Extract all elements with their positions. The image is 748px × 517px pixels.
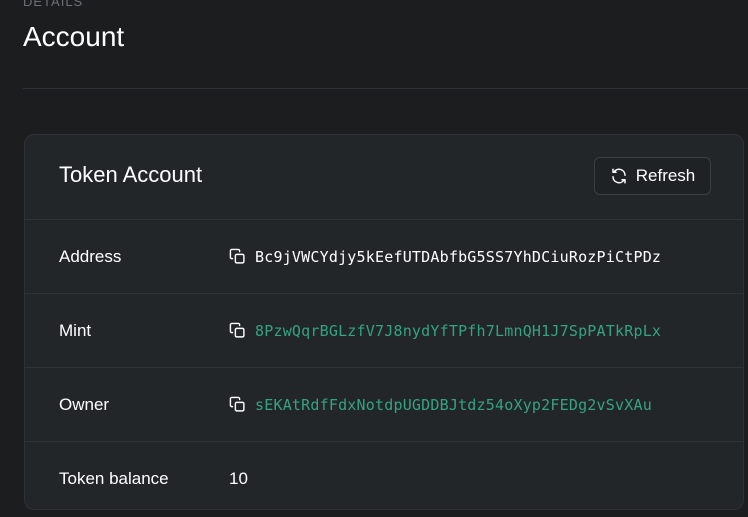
refresh-button-label: Refresh bbox=[635, 166, 696, 185]
mint-value-wrap: 8PzwQqrBGLzfV7J8nydYfTPfh7LmnQH1J7SpPATk… bbox=[229, 322, 661, 340]
page-pretitle: DETAILS bbox=[23, 0, 84, 9]
address-value-wrap: Bc9jVWCYdjy5kEefUTDAbfbG5SS7YhDCiuRozPiC… bbox=[229, 248, 661, 266]
account-page: DETAILS Account Token Account Refresh Ad… bbox=[0, 0, 748, 517]
token-balance-label: Token balance bbox=[59, 468, 169, 488]
token-account-card: Token Account Refresh Address Bc9jVWCYdj… bbox=[24, 134, 744, 510]
owner-value-wrap: sEKAtRdfFdxNotdpUGDDBJtdz54oXyp2FEDg2vSv… bbox=[229, 396, 652, 414]
copy-icon[interactable] bbox=[229, 248, 246, 265]
header-divider bbox=[23, 88, 748, 89]
owner-label: Owner bbox=[59, 394, 110, 414]
mint-link[interactable]: 8PzwQqrBGLzfV7J8nydYfTPfh7LmnQH1J7SpPATk… bbox=[255, 322, 661, 340]
mint-label: Mint bbox=[59, 320, 92, 340]
refresh-icon bbox=[610, 167, 628, 185]
refresh-button[interactable]: Refresh bbox=[594, 157, 711, 195]
card-header: Token Account Refresh bbox=[25, 135, 743, 220]
row-address: Address Bc9jVWCYdjy5kEefUTDAbfbG5SS7YhDC… bbox=[25, 220, 743, 294]
copy-icon[interactable] bbox=[229, 396, 246, 413]
owner-link[interactable]: sEKAtRdfFdxNotdpUGDDBJtdz54oXyp2FEDg2vSv… bbox=[255, 396, 652, 414]
token-balance-wrap: 10 bbox=[229, 469, 248, 489]
row-mint: Mint 8PzwQqrBGLzfV7J8nydYfTPfh7LmnQH1J7S… bbox=[25, 294, 743, 368]
row-token-balance: Token balance 10 bbox=[25, 442, 743, 509]
token-balance-value: 10 bbox=[229, 468, 248, 488]
card-title: Token Account bbox=[59, 162, 203, 187]
address-label: Address bbox=[59, 246, 122, 266]
copy-icon[interactable] bbox=[229, 322, 246, 339]
address-value: Bc9jVWCYdjy5kEefUTDAbfbG5SS7YhDCiuRozPiC… bbox=[255, 247, 662, 266]
row-owner: Owner sEKAtRdfFdxNotdpUGDDBJtdz54oXyp2FE… bbox=[25, 368, 743, 442]
page-title: Account bbox=[23, 21, 125, 52]
